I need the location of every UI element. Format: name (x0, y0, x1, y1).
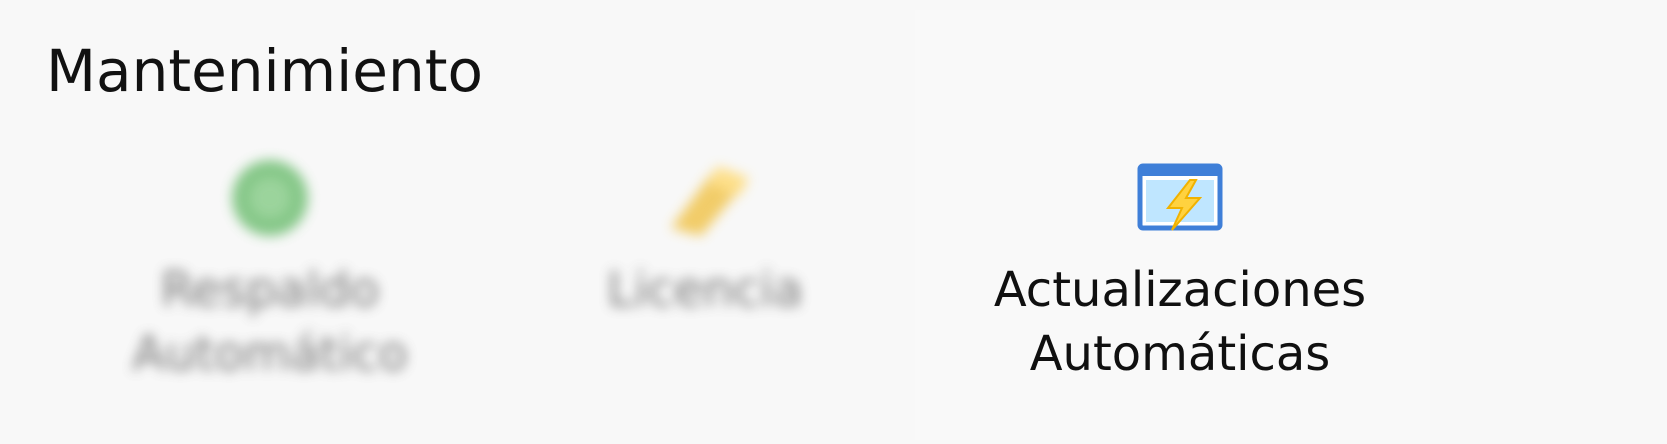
license-key-icon (645, 150, 765, 246)
license-button[interactable]: Licencia (560, 150, 850, 440)
group-title: Mantenimiento (46, 37, 483, 105)
automatic-updates-label: Actualizaciones Automáticas (993, 262, 1367, 382)
license-label: Licencia (607, 262, 803, 318)
automatic-updates-button[interactable]: Actualizaciones Automáticas (925, 150, 1435, 440)
automatic-backup-label: Respaldo Automático (132, 262, 408, 382)
auto-update-icon (1120, 150, 1240, 246)
maintenance-ribbon-group: Mantenimiento Respaldo Automático Licenc… (0, 0, 1667, 444)
backup-icon (210, 150, 330, 246)
automatic-backup-button[interactable]: Respaldo Automático (80, 150, 460, 440)
